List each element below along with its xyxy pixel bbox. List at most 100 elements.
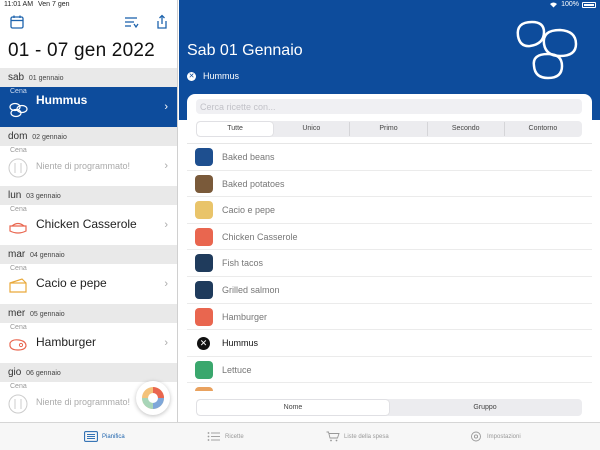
status-right: 100%	[549, 1, 596, 8]
dish-name: Hamburger	[36, 335, 97, 349]
calendar-icon[interactable]	[9, 14, 25, 30]
recipe-search-input[interactable]	[196, 99, 582, 114]
tab-ricette[interactable]: Ricette	[207, 431, 244, 442]
meal-label: Cena	[10, 147, 27, 154]
recipe-card: Tutte Unico Primo Secondo Contorno Baked…	[187, 94, 592, 422]
day-date: 02 gennaio	[32, 134, 67, 141]
lettuce-icon	[195, 360, 213, 379]
meat-icon	[9, 339, 27, 351]
recipe-name: Baked beans	[222, 152, 275, 162]
beans-icon	[516, 20, 578, 80]
day-date: 03 gennaio	[26, 193, 61, 200]
filter-tutte[interactable]: Tutte	[197, 122, 274, 136]
recipe-row[interactable]: Lettuce	[187, 357, 592, 384]
day-row-mar[interactable]: Cena Cacio e pepe ›	[0, 264, 177, 304]
day-weekday: gio	[8, 367, 22, 378]
tab-pianifica[interactable]: Pianifica	[84, 431, 125, 442]
plate-icon	[8, 158, 28, 178]
partial-icon	[195, 387, 213, 391]
week-title: 01 - 07 gen 2022	[8, 40, 155, 61]
recipe-row-selected[interactable]: ✕ Hummus	[187, 330, 592, 357]
recipe-row[interactable]: Hamburger	[187, 304, 592, 331]
meal-label: Cena	[10, 324, 27, 331]
sort-gruppo[interactable]: Gruppo	[389, 400, 581, 415]
meal-label: Cena	[10, 206, 27, 213]
chevron-right-icon: ›	[164, 278, 168, 290]
day-header: sab 01 gennaio	[0, 68, 177, 87]
day-row-lun[interactable]: Cena Chicken Casserole ›	[0, 205, 177, 245]
day-date: 06 gennaio	[26, 370, 61, 377]
sort-control: Nome Gruppo	[196, 399, 582, 416]
day-header: lun 03 gennaio	[0, 186, 177, 205]
cheese-icon	[195, 201, 213, 220]
meal-label: Cena	[10, 88, 27, 95]
recipe-picker-pane: Sab 01 Gennaio ✕ Hummus Tutte Unico Prim…	[179, 0, 600, 422]
sort-nome[interactable]: Nome	[197, 400, 389, 415]
recipe-name: Baked potatoes	[222, 178, 285, 189]
day-header: mer 05 gennaio	[0, 304, 177, 323]
cheese-icon	[9, 278, 27, 293]
day-date: 01 gennaio	[28, 75, 64, 82]
recipe-name: Fish tacos	[222, 258, 264, 269]
course-filter: Tutte Unico Primo Secondo Contorno	[196, 121, 582, 137]
recipe-name: Hummus	[222, 338, 259, 349]
recipe-row[interactable]	[187, 383, 592, 391]
tab-impostazioni[interactable]: Impostazioni	[469, 431, 521, 442]
recipe-name: Cacio e pepe	[222, 205, 276, 216]
plate-icon	[8, 394, 28, 414]
tab-label: Ricette	[225, 433, 244, 440]
recipe-name: Hamburger	[222, 311, 268, 322]
clear-icon[interactable]: ✕	[187, 71, 196, 81]
filter-list-icon[interactable]	[123, 14, 139, 30]
recipe-list: Baked beans Baked potatoes Cacio e pepe …	[187, 143, 592, 391]
recipe-row[interactable]: Cacio e pepe	[187, 197, 592, 224]
day-row-dom[interactable]: Cena Niente di programmato! ›	[0, 146, 177, 186]
recipe-row[interactable]: Baked beans	[187, 144, 592, 171]
selected-recipe-label: Hummus	[203, 71, 240, 81]
status-time: 11:01 AM	[4, 1, 34, 8]
wifi-icon	[550, 2, 558, 8]
pie-wheel-icon	[142, 387, 164, 409]
potato-icon	[195, 174, 213, 193]
fish-icon	[195, 254, 213, 273]
filter-secondo[interactable]: Secondo	[428, 122, 505, 136]
recipe-row[interactable]: Grilled salmon	[187, 277, 592, 304]
day-header: gio 06 gennaio	[0, 363, 177, 382]
day-date: 04 gennaio	[30, 252, 65, 259]
day-weekday: lun	[8, 190, 22, 201]
day-weekday: mar	[8, 249, 26, 260]
selected-recipe-chip[interactable]: ✕ Hummus	[187, 71, 239, 81]
recipe-row[interactable]: Chicken Casserole	[187, 224, 592, 251]
filter-primo[interactable]: Primo	[350, 122, 428, 136]
recipe-name: Chicken Casserole	[222, 231, 298, 242]
dish-name: Hummus	[36, 93, 88, 107]
meal-label: Cena	[10, 265, 27, 272]
day-header: mar 04 gennaio	[0, 245, 177, 264]
filter-unico[interactable]: Unico	[273, 122, 351, 136]
recipe-name: Lettuce	[222, 364, 252, 375]
status-bar: 11:01 AM Ven 7 gen 100%	[0, 0, 600, 10]
tab-label: Impostazioni	[487, 433, 521, 440]
recipe-row[interactable]: Fish tacos	[187, 250, 592, 277]
status-date: Ven 7 gen	[38, 1, 70, 8]
close-icon[interactable]: ✕	[197, 337, 210, 351]
gear-icon	[471, 431, 481, 442]
tab-label: Pianifica	[102, 433, 125, 440]
casserole-icon	[9, 222, 27, 234]
chevron-right-icon: ›	[164, 160, 168, 172]
tab-liste-spesa[interactable]: Liste della spesa	[326, 431, 389, 442]
dish-name: Niente di programmato!	[36, 161, 131, 171]
nutrition-wheel-button[interactable]	[136, 381, 170, 415]
list-icon	[207, 432, 220, 441]
tab-label: Liste della spesa	[344, 433, 389, 440]
beans-icon	[195, 148, 213, 166]
chevron-right-icon: ›	[164, 219, 168, 231]
meat-icon	[195, 307, 213, 326]
day-row-mer[interactable]: Cena Hamburger ›	[0, 323, 177, 363]
filter-contorno[interactable]: Contorno	[505, 122, 581, 136]
dish-name: Cacio e pepe	[36, 276, 107, 290]
beans-icon	[9, 102, 28, 118]
day-row-sab[interactable]: Cena Hummus ›	[0, 87, 177, 127]
share-icon[interactable]	[154, 14, 170, 30]
recipe-row[interactable]: Baked potatoes	[187, 171, 592, 198]
